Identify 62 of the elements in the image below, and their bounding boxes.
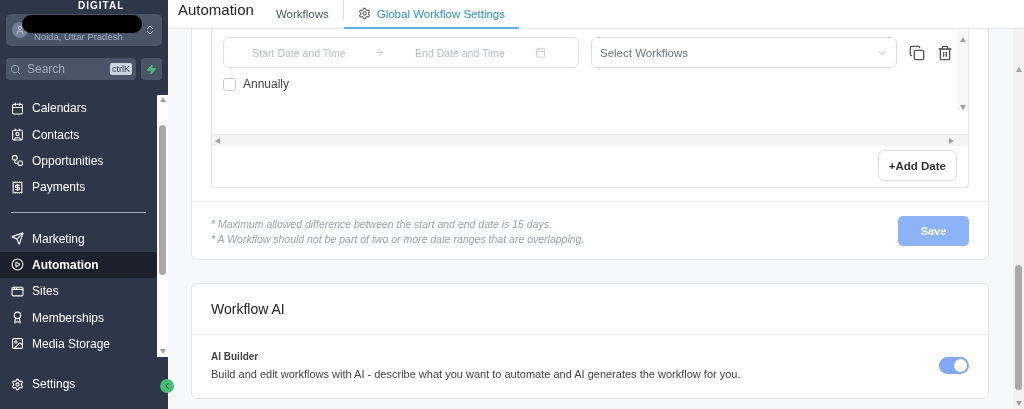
delete-button[interactable] xyxy=(937,44,953,61)
setting-description: Build and edit workflows with AI - describe what you want to automate and AI generates the workflow for you. xyxy=(211,368,741,380)
sidebar-item[interactable]: Payments xyxy=(0,174,157,201)
arrow-right-icon xyxy=(374,47,385,58)
scroll-left-arrow-icon[interactable] xyxy=(215,137,221,144)
scrollbar[interactable] xyxy=(957,29,968,111)
settings-icon xyxy=(11,377,24,391)
nodes-icon xyxy=(11,154,24,168)
toggle-switch[interactable] xyxy=(939,357,969,374)
sidebar-item[interactable]: Memberships xyxy=(0,304,157,331)
setting-label: AI Builder xyxy=(211,351,260,362)
settings-icon xyxy=(357,7,371,20)
lightning-icon xyxy=(146,63,157,75)
scroll-up-arrow-icon[interactable] xyxy=(959,37,966,43)
date-range-field[interactable]: Start Date and Time End Date and Time xyxy=(223,37,579,68)
settings-item[interactable]: Settings xyxy=(0,374,82,394)
note-text: * A Workflow should not be part of two or more date ranges that are overlapping. xyxy=(211,232,585,245)
paper-plane-icon xyxy=(11,232,24,245)
add-date-button[interactable]: +Add Date xyxy=(877,150,957,181)
search-bar[interactable]: Search ctrlK xyxy=(6,58,136,80)
scroll-up-arrow-icon[interactable] xyxy=(1015,67,1022,73)
calendar-icon xyxy=(11,101,24,115)
award-ribbon-icon xyxy=(11,311,24,325)
scroll-thumb[interactable] xyxy=(159,125,166,275)
scroll-thumb[interactable] xyxy=(1015,264,1022,390)
section-title: Workflow AI xyxy=(192,284,988,335)
location-subtitle: Noida, Uttar Pradesh xyxy=(34,30,124,42)
play-circle-icon xyxy=(11,258,24,272)
scroll-down-arrow-icon[interactable] xyxy=(959,105,966,111)
horizontal-scrollbar[interactable] xyxy=(212,134,968,146)
shortcut-hint: ctrlK xyxy=(110,63,132,75)
annually-checkbox[interactable]: Annually xyxy=(223,77,957,91)
scrollbar[interactable] xyxy=(157,95,168,357)
sidebar-item[interactable]: Calendars xyxy=(0,95,157,122)
image-icon xyxy=(11,337,24,351)
receipt-icon xyxy=(11,180,24,194)
logo-text: DIGITAL xyxy=(77,0,125,13)
chevron-updown-icon xyxy=(144,24,156,36)
chevron-left-icon xyxy=(162,381,172,391)
contact-book-icon xyxy=(11,128,24,141)
sidebar-item[interactable]: Marketing xyxy=(0,225,157,252)
sidebar-item[interactable]: Media Storage xyxy=(0,330,157,358)
scroll-down-arrow-icon[interactable] xyxy=(1015,401,1022,407)
browser-window-icon xyxy=(11,284,24,298)
sidebar-item[interactable]: Automation xyxy=(0,251,157,279)
scroll-right-arrow-icon[interactable] xyxy=(949,137,955,144)
tab[interactable]: Workflows xyxy=(275,0,343,29)
scroll-up-arrow-icon[interactable] xyxy=(159,97,166,103)
sidebar-item[interactable]: Contacts xyxy=(0,121,157,148)
quick-action-button[interactable] xyxy=(141,58,162,80)
search-input[interactable]: Search xyxy=(25,61,106,77)
sidebar-item[interactable]: Opportunities xyxy=(0,147,157,175)
calendar-icon xyxy=(535,47,546,58)
workflow-select[interactable]: Select Workflows xyxy=(591,37,897,68)
page-title: Automation xyxy=(178,0,254,18)
collapse-button[interactable] xyxy=(160,379,174,393)
sidebar-item[interactable]: Sites xyxy=(0,278,157,305)
search-icon xyxy=(10,63,21,75)
scroll-down-arrow-icon[interactable] xyxy=(159,349,166,355)
note-text: * Maximum allowed difference between the start and end date is 15 days. xyxy=(211,217,553,230)
page-scrollbar[interactable] xyxy=(1013,29,1024,409)
copy-button[interactable] xyxy=(909,44,925,61)
